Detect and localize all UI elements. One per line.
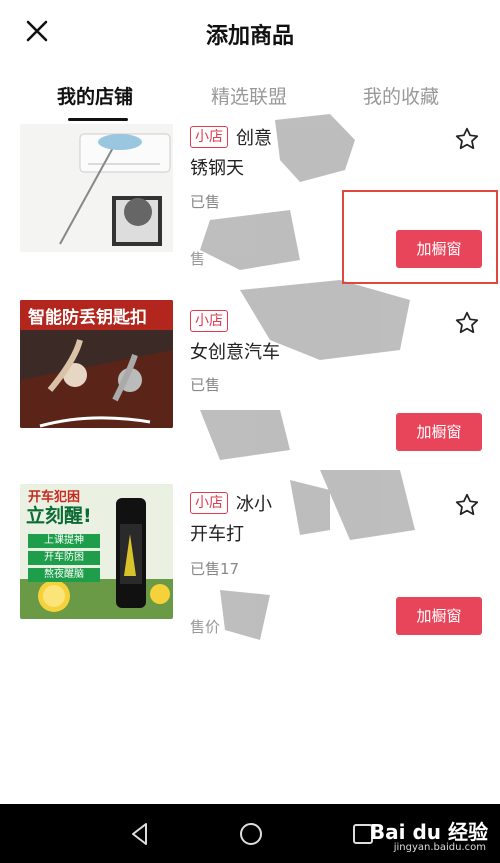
product-name-line1: 冰小: [236, 494, 272, 515]
tab-selected-alliance[interactable]: 精选联盟: [211, 82, 287, 109]
product-thumbnail[interactable]: 智能防丢钥匙扣: [20, 300, 173, 428]
product-item: 智能防丢钥匙扣 小店 女创意汽车 已售 加橱窗: [0, 298, 500, 473]
active-tab-indicator: [68, 118, 128, 121]
star-icon[interactable]: [454, 126, 480, 152]
back-icon[interactable]: [126, 820, 154, 848]
header: 添加商品: [0, 0, 500, 64]
thumbnail-headline: 立刻醒!: [26, 505, 92, 527]
product-thumbnail[interactable]: 开车犯困 立刻醒! 上课提神 开车防困 熬夜醒脑: [20, 484, 173, 619]
sold-count: 已售: [190, 193, 221, 211]
tab-bar: 我的店铺 精选联盟 我的收藏: [0, 70, 500, 122]
product-name: 创意 锈钢天: [190, 124, 440, 184]
product-name-line2: 女创意汽车: [190, 342, 280, 363]
thumbnail-tag: 开车防困: [28, 551, 100, 565]
home-icon[interactable]: [237, 820, 265, 848]
baidu-watermark: Bai du 经验: [369, 820, 488, 844]
product-name: 女创意汽车: [190, 308, 440, 368]
product-item: 开车犯困 立刻醒! 上课提神 开车防困 熬夜醒脑 小店 冰小 开车打 已售17 …: [0, 484, 500, 659]
product-name-line2: 锈钢天: [190, 158, 244, 179]
highlight-box: [342, 190, 498, 284]
star-icon[interactable]: [454, 310, 480, 336]
price: 售: [190, 250, 206, 268]
product-name: 冰小 开车打: [190, 490, 440, 550]
thumbnail-caption: 智能防丢钥匙扣: [28, 308, 147, 328]
product-name-line1: 创意: [236, 128, 272, 149]
add-to-showcase-button[interactable]: 加橱窗: [396, 597, 482, 635]
sold-count: 已售: [190, 376, 221, 394]
product-name-line2: 开车打: [190, 524, 244, 545]
tab-my-favorites[interactable]: 我的收藏: [363, 82, 439, 109]
page-title: 添加商品: [205, 24, 294, 49]
system-navbar: Bai du 经验 jingyan.baidu.com: [0, 804, 500, 863]
thumbnail-tag: 上课提神: [28, 534, 100, 548]
sold-count: 已售17: [190, 560, 240, 578]
watermark-url: jingyan.baidu.com: [393, 842, 486, 853]
price: 售价: [190, 618, 221, 636]
tab-my-store[interactable]: 我的店铺: [57, 82, 133, 109]
product-thumbnail[interactable]: [20, 124, 173, 252]
thumbnail-tag: 熬夜醒脑: [28, 568, 100, 582]
star-icon[interactable]: [454, 492, 480, 518]
add-to-showcase-button[interactable]: 加橱窗: [396, 413, 482, 451]
